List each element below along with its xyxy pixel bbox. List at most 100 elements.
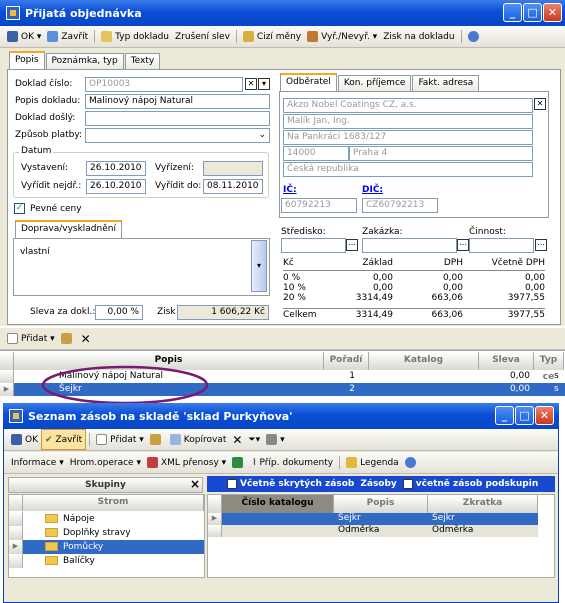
stock-maximize-button[interactable]: □ bbox=[515, 406, 534, 425]
main-window-title: Přijatá objednávka bbox=[25, 6, 142, 20]
print-button[interactable]: ▾ bbox=[263, 429, 288, 450]
stock-help-button[interactable] bbox=[402, 452, 422, 473]
bulk-ops-menu[interactable]: Hrom.operace ▾ bbox=[67, 452, 144, 473]
groups-close-icon[interactable]: × bbox=[190, 477, 200, 491]
tab-kon-prijemce[interactable]: Kon. příjemce bbox=[337, 75, 412, 91]
close-button[interactable]: ✕ bbox=[543, 3, 562, 22]
zpusob-platby-select[interactable]: ⌄ bbox=[85, 128, 270, 143]
stock-close-button[interactable]: ✕ bbox=[535, 406, 554, 425]
stock-ok-button[interactable]: OK bbox=[8, 429, 41, 450]
minimize-button[interactable]: _ bbox=[503, 3, 522, 22]
tree-row-selector[interactable] bbox=[9, 554, 23, 568]
partner-firma[interactable]: Akzo Nobel Coatings CZ, a.s. bbox=[283, 98, 533, 113]
items-column-header[interactable]: Katalog bbox=[369, 352, 479, 370]
partner-mesto[interactable]: Praha 4 bbox=[349, 146, 533, 161]
stock-close-doc-button[interactable]: ✔ Zavřít bbox=[41, 429, 87, 450]
legend-button[interactable]: Legenda bbox=[343, 452, 402, 473]
doklad-dosly-field[interactable] bbox=[85, 111, 270, 126]
stredisko-picker-icon[interactable]: ⋯ bbox=[346, 239, 358, 251]
doc-type-button[interactable]: Typ dokladu bbox=[98, 26, 172, 47]
xml-menu[interactable]: XML přenosy ▾ bbox=[144, 452, 229, 473]
help-button[interactable] bbox=[465, 26, 485, 47]
pevne-ceny-checkbox[interactable]: ✓ bbox=[14, 203, 25, 214]
vyridit-do-field[interactable]: 08.11.2010 bbox=[203, 179, 263, 194]
tab-texty[interactable]: Texty bbox=[124, 53, 161, 69]
items-column-header[interactable]: Sleva bbox=[479, 352, 534, 370]
profit-button[interactable]: Zisk na dokladu bbox=[380, 26, 457, 47]
partner-clear-icon[interactable]: ✕ bbox=[534, 98, 546, 110]
vystaveni-field[interactable]: 26.10.2010 bbox=[86, 161, 146, 176]
stock-delete-button[interactable]: ✕ bbox=[229, 429, 245, 450]
settled-button[interactable]: Vyř./Nevyř. ▾ bbox=[304, 26, 380, 47]
partner-osoba[interactable]: Malík Jan, Ing. bbox=[283, 114, 533, 129]
stock-edit-button[interactable] bbox=[147, 429, 167, 450]
stock-column-header[interactable]: Zkratka bbox=[428, 495, 538, 513]
tree-node[interactable]: Nápoje bbox=[23, 512, 204, 526]
clear-icon[interactable]: ✕ bbox=[245, 78, 257, 90]
tree-row-selector[interactable] bbox=[9, 512, 23, 526]
doprava-dropdown-button[interactable]: ▾ bbox=[251, 240, 267, 292]
vyridit-nejdr-label: Vyřídit nejdř.: bbox=[21, 181, 82, 191]
doprava-text[interactable]: vlastní bbox=[20, 247, 50, 257]
partner-ulice[interactable]: Na Pankráci 1683/127 bbox=[283, 130, 533, 145]
delete-item-button[interactable]: ✕ bbox=[78, 328, 94, 349]
tab-poznamka[interactable]: Poznámka, typ bbox=[45, 53, 124, 69]
dic-field[interactable]: CZ60792213 bbox=[362, 198, 438, 213]
popis-field[interactable]: Malinový nápoj Natural bbox=[85, 94, 270, 109]
partner-psc[interactable]: 14000 bbox=[283, 146, 349, 161]
tab-odberatel[interactable]: Odběratel bbox=[280, 73, 337, 91]
cancel-discount-button[interactable]: Zrušení slev bbox=[172, 26, 233, 47]
tab-fakt-adresa[interactable]: Fakt. adresa bbox=[412, 75, 480, 91]
ic-label[interactable]: IČ: bbox=[283, 185, 297, 195]
row-selector[interactable] bbox=[0, 370, 14, 383]
sleva-field[interactable]: 0,00 % bbox=[95, 305, 143, 320]
stock-copy-button[interactable]: Kopírovat bbox=[167, 429, 230, 450]
vyrizeni-field[interactable] bbox=[203, 161, 263, 176]
items-column-header[interactable]: Typ ce bbox=[534, 352, 564, 382]
stock-add-button[interactable]: Přidat ▾ bbox=[93, 429, 147, 450]
stredisko-field[interactable] bbox=[281, 238, 346, 253]
highlight-ellipse bbox=[41, 365, 209, 405]
maximize-button[interactable]: □ bbox=[523, 3, 542, 22]
stock-minimize-button[interactable]: _ bbox=[495, 406, 514, 425]
dic-label[interactable]: DIČ: bbox=[362, 185, 383, 195]
folder-icon bbox=[45, 542, 58, 551]
foreign-currency-button[interactable]: Cizí měny bbox=[240, 26, 304, 47]
tab-popis[interactable]: Popis bbox=[9, 51, 45, 69]
attachments-button[interactable]: ⌇ Příp. dokumenty bbox=[249, 452, 336, 473]
ic-field[interactable]: 60792213 bbox=[281, 198, 357, 213]
add-item-button[interactable]: Přidat ▾ bbox=[4, 328, 58, 349]
table-row[interactable]: Odměrka Odměrka bbox=[222, 525, 538, 537]
filter-button[interactable]: ⏷▾ bbox=[245, 429, 263, 450]
tree-node[interactable]: Pomůcky bbox=[23, 540, 204, 554]
stock-column-header[interactable]: Popis bbox=[334, 495, 428, 513]
table-row[interactable]: Šejkr Šejkr bbox=[222, 513, 538, 525]
doklad-cislo-field[interactable]: OP10003 bbox=[85, 77, 243, 92]
zakazka-picker-icon[interactable]: ⋯ bbox=[457, 239, 469, 251]
subgroups-checkbox[interactable] bbox=[402, 479, 413, 489]
tree-row-selector[interactable]: ▶ bbox=[9, 540, 23, 554]
info-menu[interactable]: Informace ▾ bbox=[8, 452, 67, 473]
excel-button[interactable] bbox=[229, 452, 249, 473]
tree-node[interactable]: Balíčky bbox=[23, 554, 204, 568]
row-selector[interactable]: ▶ bbox=[0, 383, 14, 396]
close-doc-button[interactable]: Zavřít bbox=[44, 26, 91, 47]
datum-label: Datum bbox=[19, 146, 54, 156]
cinnost-picker-icon[interactable]: ⋯ bbox=[535, 239, 547, 251]
ok-button[interactable]: OK ▾ bbox=[4, 26, 44, 47]
cinnost-field[interactable] bbox=[469, 238, 534, 253]
tab-doprava[interactable]: Doprava/vyskladnění bbox=[15, 220, 122, 238]
partner-stat[interactable]: Česká republika bbox=[283, 162, 533, 177]
stock-column-header[interactable]: Číslo katalogu bbox=[222, 495, 334, 513]
save-icon bbox=[7, 31, 18, 42]
tree-node[interactable]: Doplňky stravy bbox=[23, 526, 204, 540]
zakazka-field[interactable] bbox=[362, 238, 457, 253]
dropdown-icon[interactable]: ▾ bbox=[258, 78, 270, 90]
hidden-items-checkbox[interactable] bbox=[227, 479, 237, 489]
stock-row-selector[interactable] bbox=[208, 525, 222, 537]
items-column-header[interactable]: Pořadí bbox=[324, 352, 369, 370]
vyridit-nejdr-field[interactable]: 26.10.2010 bbox=[86, 179, 146, 194]
tree-row-selector[interactable] bbox=[9, 526, 23, 540]
stock-row-selector[interactable]: ▶ bbox=[208, 513, 222, 525]
edit-item-button[interactable] bbox=[58, 328, 78, 349]
